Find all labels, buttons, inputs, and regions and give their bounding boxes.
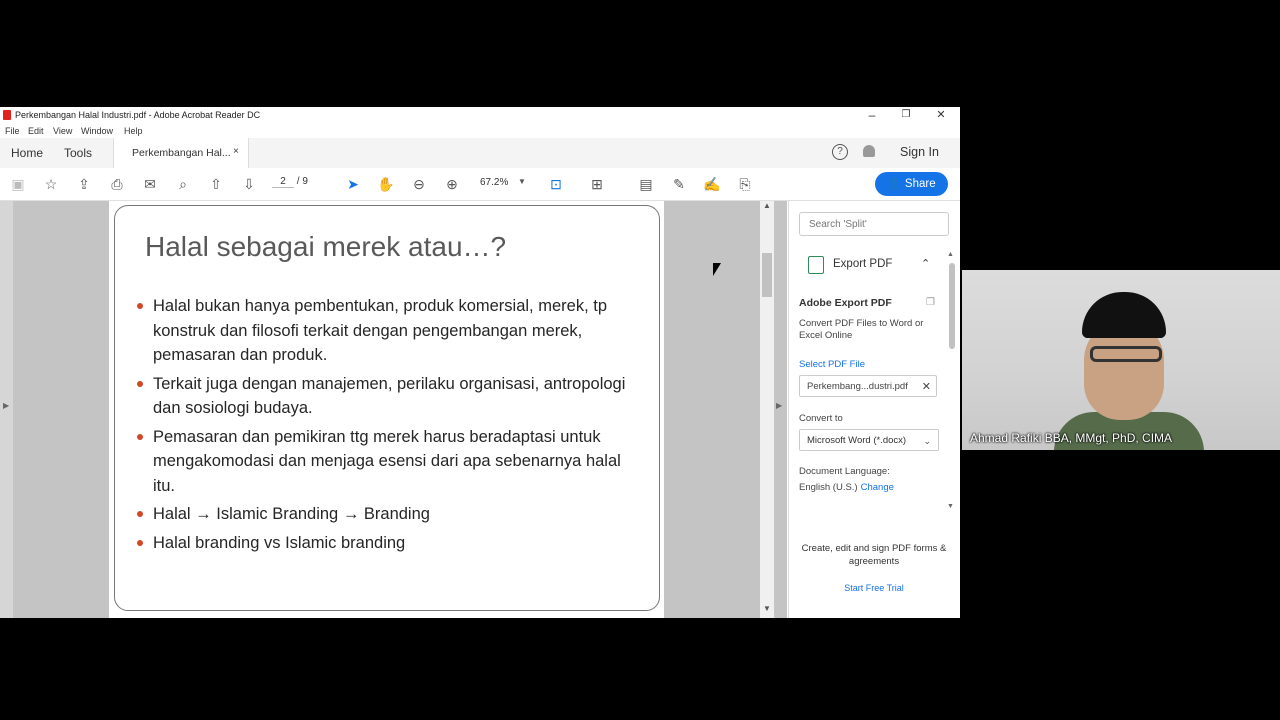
title-bar: Perkembangan Halal Industri.pdf - Adobe … (0, 107, 960, 124)
language-value: English (U.S.) (799, 482, 858, 493)
right-tools-panel: Search 'Split' Export PDF ⌃ Adobe Export… (788, 201, 960, 618)
toolbar: ▣ ☆ ⇪ ⎙ ✉ ⌕ ⇧ ⇩ 2 / 9 ➤ ✋ ⊖ ⊕ 67.2% ▼ ⊡ … (0, 168, 960, 201)
star-icon[interactable]: ☆ (42, 175, 60, 193)
share-button[interactable]: 👤 Share (875, 172, 948, 196)
selected-file[interactable]: Perkembang...dustri.pdf ✕ (799, 375, 937, 397)
share-label: Share (904, 178, 936, 190)
panel-scrollbar[interactable]: ▲ ▼ (947, 251, 957, 513)
close-tab-icon[interactable]: × (233, 146, 239, 157)
chevron-down-icon: ⌄ (923, 436, 931, 446)
print-icon[interactable]: ⎙ (108, 175, 126, 193)
fill-sign-icon[interactable]: ⎘ (736, 175, 754, 193)
select-pdf-file-link[interactable]: Select PDF File (799, 359, 865, 370)
notification-bell-icon[interactable] (863, 145, 875, 157)
slide-title: Halal sebagai merek atau…? (145, 231, 507, 262)
bullet-item: Halal bukan hanya pembentukan, produk ko… (137, 294, 637, 368)
tab-bar: Home Tools Perkembangan Hal... × ? Sign … (0, 138, 960, 169)
page-down-icon[interactable]: ⇩ (240, 175, 258, 193)
document-area: ▶ Halal sebagai merek atau…? Halal bukan… (0, 201, 787, 618)
share-user-icon: 👤 (887, 178, 902, 190)
export-pdf-icon (808, 256, 824, 274)
help-icon[interactable]: ? (832, 144, 848, 160)
export-pdf-label[interactable]: Export PDF (833, 258, 892, 270)
save-icon[interactable]: ▣ (9, 175, 27, 193)
mouse-cursor-icon (713, 263, 721, 276)
bullet-item: Terkait juga dengan manajemen, perilaku … (137, 372, 637, 421)
minimize-button[interactable]: – (857, 108, 887, 122)
select-icon[interactable]: ➤ (344, 175, 362, 193)
sign-in-link[interactable]: Sign In (900, 145, 939, 159)
document-scrollbar[interactable]: ▲ ▼ (760, 201, 774, 618)
zoom-dropdown-icon[interactable]: ▼ (518, 177, 526, 186)
participant-cap (1082, 292, 1166, 338)
slide-frame: Halal sebagai merek atau…? Halal bukan h… (114, 205, 660, 611)
scrollbar-thumb[interactable] (762, 253, 772, 297)
convert-to-label: Convert to (799, 413, 843, 424)
tools-search-input[interactable]: Search 'Split' (799, 212, 949, 236)
promo-text: Create, edit and sign PDF forms & agreem… (801, 543, 947, 567)
remove-file-icon[interactable]: ✕ (922, 376, 931, 398)
upload-icon[interactable]: ⇪ (75, 175, 93, 193)
export-description: Convert PDF Files to Word or Excel Onlin… (799, 318, 924, 341)
bullet-item: Halal branding vs Islamic branding (137, 531, 637, 556)
close-window-button[interactable]: ✕ (926, 108, 956, 121)
scroll-mode-icon[interactable]: ⊞ (588, 175, 606, 193)
sign-icon[interactable]: ✍ (703, 175, 721, 193)
pdf-app-icon (3, 110, 11, 120)
comment-icon[interactable]: ▤ (637, 175, 655, 193)
participant-glasses (1090, 346, 1162, 362)
menu-window[interactable]: Window (81, 126, 113, 136)
participant-video[interactable]: Ahmad Rafiki BBA, MMgt, PhD, CIMA (962, 270, 1280, 450)
acrobat-window: Perkembangan Halal Industri.pdf - Adobe … (0, 107, 960, 618)
left-panel-toggle[interactable]: ▶ (0, 201, 13, 618)
export-heading: Adobe Export PDF (799, 297, 892, 309)
zoom-in-icon[interactable]: ⊕ (443, 175, 461, 193)
menu-file[interactable]: File (5, 126, 20, 136)
pen-icon[interactable]: ✎ (670, 175, 688, 193)
slide-bullets: Halal bukan hanya pembentukan, produk ko… (137, 294, 637, 559)
mail-icon[interactable]: ✉ (141, 175, 159, 193)
tab-home[interactable]: Home (11, 146, 43, 160)
menu-bar: File Edit View Window Help (0, 124, 960, 138)
search-icon[interactable]: ⌕ (174, 175, 192, 193)
page-indicator: 2 / 9 (272, 176, 308, 188)
menu-help[interactable]: Help (124, 126, 143, 136)
zoom-out-icon[interactable]: ⊖ (410, 175, 428, 193)
tab-document[interactable]: Perkembangan Hal... × (113, 138, 249, 168)
menu-edit[interactable]: Edit (28, 126, 44, 136)
file-name: Perkembang...dustri.pdf (807, 381, 908, 392)
chevron-up-icon[interactable]: ⌃ (921, 257, 930, 270)
menu-view[interactable]: View (53, 126, 72, 136)
start-free-trial-link[interactable]: Start Free Trial (799, 583, 949, 593)
page-number-input[interactable]: 2 (272, 176, 294, 188)
scroll-up-icon[interactable]: ▲ (763, 201, 771, 210)
document-tab-label: Perkembangan Hal... (132, 147, 231, 159)
pdf-page: Halal sebagai merek atau…? Halal bukan h… (109, 201, 664, 618)
format-value: Microsoft Word (*.docx) (807, 435, 907, 446)
bullet-item: Halal → Islamic Branding → Branding (137, 502, 637, 527)
panel-scroll-up-icon[interactable]: ▲ (947, 251, 954, 258)
change-language-link[interactable]: Change (861, 482, 894, 493)
format-select[interactable]: Microsoft Word (*.docx) ⌄ (799, 429, 939, 451)
panel-scroll-down-icon[interactable]: ▼ (947, 503, 954, 510)
expand-left-icon[interactable]: ▶ (3, 401, 9, 410)
collapse-right-panel-icon[interactable]: ▶ (776, 401, 782, 410)
hand-icon[interactable]: ✋ (377, 175, 395, 193)
bullet-item: Pemasaran dan pemikiran ttg merek harus … (137, 425, 637, 499)
fit-page-icon[interactable]: ⊡ (547, 175, 565, 193)
page-total: / 9 (296, 176, 308, 187)
document-language-label: Document Language: (799, 466, 890, 477)
page-up-icon[interactable]: ⇧ (207, 175, 225, 193)
document-language: English (U.S.) Change (799, 482, 894, 493)
restore-button[interactable]: ❐ (891, 109, 921, 120)
scroll-down-icon[interactable]: ▼ (763, 604, 771, 613)
participant-name: Ahmad Rafiki BBA, MMgt, PhD, CIMA (970, 431, 1173, 445)
panel-scrollbar-thumb[interactable] (949, 263, 955, 349)
window-title: Perkembangan Halal Industri.pdf - Adobe … (15, 110, 261, 120)
zoom-level[interactable]: 67.2% (480, 177, 508, 188)
copy-icon[interactable]: ❐ (926, 297, 935, 308)
tab-tools[interactable]: Tools (64, 146, 92, 160)
